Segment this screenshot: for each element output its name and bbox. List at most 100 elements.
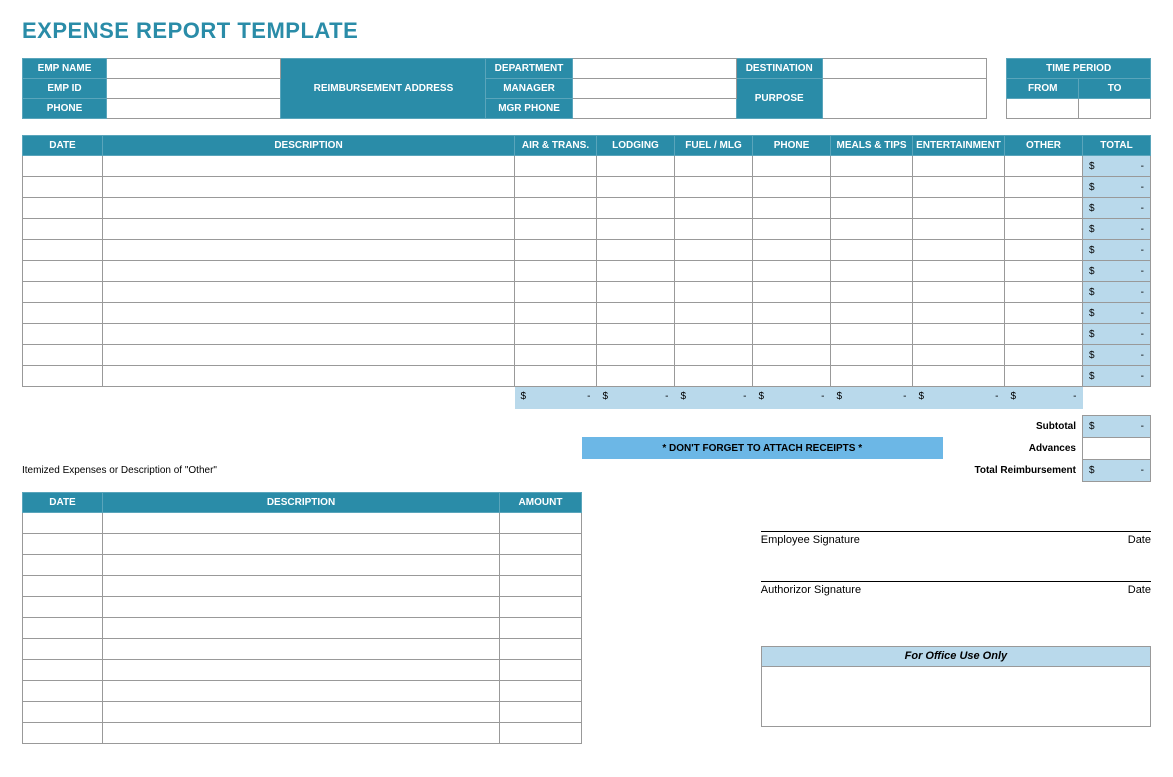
input-department[interactable] — [572, 59, 736, 79]
table-cell[interactable] — [103, 303, 515, 324]
table-cell[interactable] — [500, 554, 582, 575]
table-cell[interactable] — [515, 198, 597, 219]
table-cell[interactable] — [675, 282, 753, 303]
table-cell[interactable] — [1005, 156, 1083, 177]
table-cell[interactable] — [500, 512, 582, 533]
table-cell[interactable] — [913, 282, 1005, 303]
table-cell[interactable] — [500, 638, 582, 659]
table-cell[interactable] — [103, 617, 500, 638]
employee-signature-line[interactable]: Employee Signature — [761, 532, 1091, 582]
table-cell[interactable] — [23, 575, 103, 596]
table-cell[interactable] — [23, 303, 103, 324]
table-cell[interactable] — [23, 198, 103, 219]
table-cell[interactable] — [913, 345, 1005, 366]
table-cell[interactable] — [103, 366, 515, 387]
table-cell[interactable] — [1005, 219, 1083, 240]
table-cell[interactable] — [103, 219, 515, 240]
table-cell[interactable] — [23, 282, 103, 303]
table-cell[interactable] — [103, 554, 500, 575]
table-cell[interactable] — [23, 240, 103, 261]
table-cell[interactable] — [515, 324, 597, 345]
value-advances[interactable] — [1083, 437, 1151, 459]
table-cell[interactable] — [515, 303, 597, 324]
table-cell[interactable] — [831, 177, 913, 198]
table-cell[interactable] — [515, 366, 597, 387]
table-cell[interactable] — [753, 261, 831, 282]
table-cell[interactable] — [913, 156, 1005, 177]
table-cell[interactable] — [103, 177, 515, 198]
table-cell[interactable] — [1005, 261, 1083, 282]
table-cell[interactable] — [913, 240, 1005, 261]
table-cell[interactable] — [753, 240, 831, 261]
table-cell[interactable] — [103, 261, 515, 282]
table-cell[interactable] — [597, 219, 675, 240]
table-cell[interactable] — [675, 303, 753, 324]
table-cell[interactable] — [675, 156, 753, 177]
table-cell[interactable] — [103, 638, 500, 659]
table-cell[interactable] — [831, 303, 913, 324]
table-cell[interactable] — [913, 198, 1005, 219]
table-cell[interactable] — [753, 198, 831, 219]
table-cell[interactable] — [1005, 177, 1083, 198]
table-cell[interactable] — [831, 219, 913, 240]
table-cell[interactable] — [500, 701, 582, 722]
table-cell[interactable] — [103, 575, 500, 596]
table-cell[interactable] — [515, 156, 597, 177]
table-cell[interactable] — [753, 282, 831, 303]
table-cell[interactable] — [23, 345, 103, 366]
authorizor-signature-date[interactable]: Date — [1091, 582, 1151, 632]
input-emp-id[interactable] — [107, 79, 281, 99]
table-cell[interactable] — [675, 261, 753, 282]
table-cell[interactable] — [515, 282, 597, 303]
table-cell[interactable] — [675, 219, 753, 240]
table-cell[interactable] — [831, 198, 913, 219]
employee-signature-date[interactable]: Date — [1091, 532, 1151, 582]
table-cell[interactable] — [23, 659, 103, 680]
table-cell[interactable] — [597, 261, 675, 282]
input-manager[interactable] — [572, 79, 736, 99]
table-cell[interactable] — [1005, 324, 1083, 345]
table-cell[interactable] — [103, 512, 500, 533]
table-cell[interactable] — [597, 156, 675, 177]
table-cell[interactable] — [500, 533, 582, 554]
table-cell[interactable] — [23, 219, 103, 240]
table-cell[interactable] — [1005, 303, 1083, 324]
input-from[interactable] — [1007, 99, 1079, 119]
table-cell[interactable] — [103, 156, 515, 177]
table-cell[interactable] — [913, 324, 1005, 345]
table-cell[interactable] — [913, 219, 1005, 240]
input-emp-name[interactable] — [107, 59, 281, 79]
table-cell[interactable] — [597, 345, 675, 366]
table-cell[interactable] — [1005, 240, 1083, 261]
table-cell[interactable] — [103, 282, 515, 303]
table-cell[interactable] — [103, 198, 515, 219]
table-cell[interactable] — [23, 324, 103, 345]
table-cell[interactable] — [23, 156, 103, 177]
table-cell[interactable] — [23, 366, 103, 387]
table-cell[interactable] — [831, 282, 913, 303]
table-cell[interactable] — [500, 659, 582, 680]
table-cell[interactable] — [753, 366, 831, 387]
table-cell[interactable] — [597, 177, 675, 198]
table-cell[interactable] — [103, 659, 500, 680]
office-use-area[interactable] — [761, 666, 1150, 726]
table-cell[interactable] — [675, 177, 753, 198]
table-cell[interactable] — [913, 303, 1005, 324]
table-cell[interactable] — [753, 324, 831, 345]
table-cell[interactable] — [831, 345, 913, 366]
table-cell[interactable] — [23, 261, 103, 282]
table-cell[interactable] — [515, 261, 597, 282]
table-cell[interactable] — [23, 512, 103, 533]
table-cell[interactable] — [103, 680, 500, 701]
table-cell[interactable] — [103, 701, 500, 722]
table-cell[interactable] — [500, 680, 582, 701]
table-cell[interactable] — [913, 366, 1005, 387]
table-cell[interactable] — [103, 324, 515, 345]
table-cell[interactable] — [103, 533, 500, 554]
table-cell[interactable] — [675, 198, 753, 219]
table-cell[interactable] — [913, 177, 1005, 198]
table-cell[interactable] — [103, 345, 515, 366]
table-cell[interactable] — [500, 617, 582, 638]
table-cell[interactable] — [23, 680, 103, 701]
input-purpose[interactable] — [822, 79, 986, 119]
